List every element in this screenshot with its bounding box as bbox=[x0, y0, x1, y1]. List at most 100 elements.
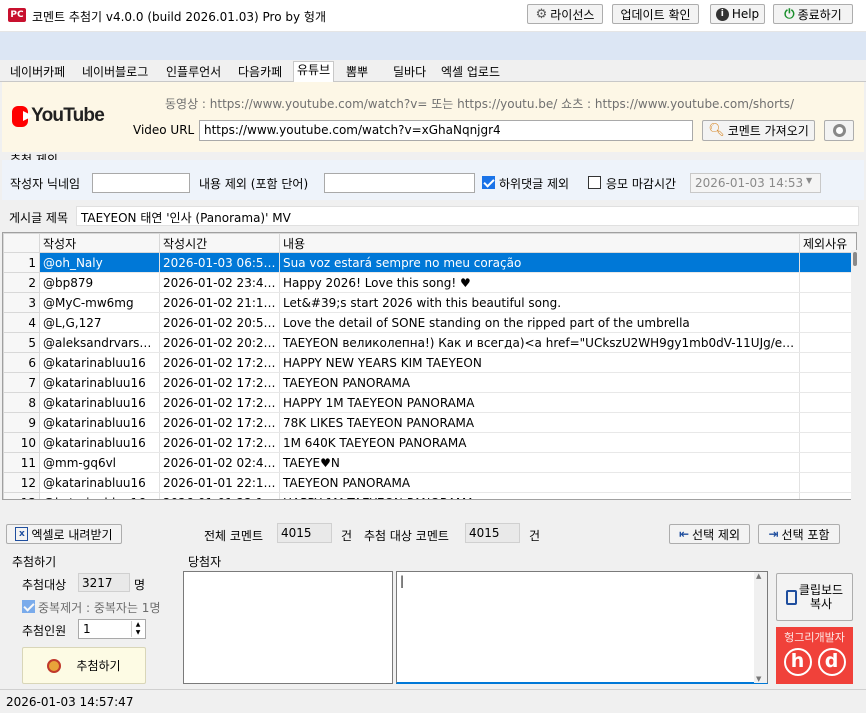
cell-content[interactable]: 1M 640K TAEYEON PANORAMA bbox=[279, 432, 800, 453]
cell-content[interactable]: TAEYEON PANORAMA bbox=[279, 472, 800, 493]
content-exclude-input[interactable] bbox=[324, 173, 475, 193]
cell-author[interactable]: @katarinabluu16 bbox=[39, 432, 160, 453]
video-url-input[interactable]: https://www.youtube.com/watch?v=xGhaNqnj… bbox=[199, 120, 693, 141]
cell-time[interactable]: 2026-01-02 17:20:36 bbox=[159, 432, 280, 453]
column-header-author[interactable]: 작성자 bbox=[39, 233, 160, 253]
include-selected-button[interactable]: ⇥ 선택 포함 bbox=[758, 524, 840, 544]
row-number[interactable]: 11 bbox=[3, 452, 40, 473]
cell-exclude-reason[interactable] bbox=[799, 372, 856, 393]
cell-author[interactable]: @mm-gq6vl bbox=[39, 452, 160, 473]
export-excel-button[interactable]: x 엑셀로 내려받기 bbox=[6, 524, 122, 544]
cell-exclude-reason[interactable] bbox=[799, 312, 856, 333]
column-header-time[interactable]: 작성시간 bbox=[159, 233, 280, 253]
table-row[interactable]: 13@katarinabluu162026-01-01 22:13:48HAPP… bbox=[3, 492, 856, 499]
author-exclude-input[interactable] bbox=[92, 173, 190, 193]
column-header-exclude-reason[interactable]: 제외사유 bbox=[799, 233, 856, 253]
cell-content[interactable]: HAPPY NEW YEARS KIM TAEYEON bbox=[279, 352, 800, 373]
copy-clipboard-button[interactable]: 클립보드 복사 bbox=[776, 573, 853, 621]
cell-time[interactable]: 2026-01-02 21:17:26 bbox=[159, 292, 280, 313]
scroll-up-icon[interactable]: ▲ bbox=[756, 572, 761, 580]
tab-youtube[interactable]: 유튜브 bbox=[293, 61, 335, 83]
cell-exclude-reason[interactable] bbox=[799, 412, 856, 433]
row-number[interactable]: 5 bbox=[3, 332, 40, 353]
cell-content[interactable]: 78K LIKES TAEYEON PANORAMA bbox=[279, 412, 800, 433]
cell-exclude-reason[interactable] bbox=[799, 252, 856, 273]
cell-exclude-reason[interactable] bbox=[799, 352, 856, 373]
dedupe-checkbox[interactable] bbox=[22, 600, 35, 616]
cell-author[interactable]: @katarinabluu16 bbox=[39, 372, 160, 393]
browser-button[interactable] bbox=[824, 120, 854, 141]
dedupe-check[interactable] bbox=[22, 600, 35, 613]
cell-exclude-reason[interactable] bbox=[799, 292, 856, 313]
cell-author[interactable]: @katarinabluu16 bbox=[39, 492, 160, 499]
table-row[interactable]: 5 @aleksandrvarsh... 2026-01-02 20:29:31 TA… bbox=[3, 332, 856, 353]
cell-content[interactable]: TAEYE♥N bbox=[279, 452, 800, 473]
table-row[interactable]: 11 @mm-gq6vl 2026-01-02 02:41:17 TAEYE♥N bbox=[3, 452, 856, 473]
cell-exclude-reason[interactable] bbox=[799, 432, 856, 453]
cell-time[interactable]: 2026-01-02 17:20:53 bbox=[159, 412, 280, 433]
cell-content[interactable]: HAPPY 1M TAEYEON PANORAMA bbox=[279, 392, 800, 413]
exclude-replies-check[interactable] bbox=[482, 176, 495, 189]
row-number[interactable]: 4 bbox=[3, 312, 40, 333]
winners-list[interactable] bbox=[183, 571, 393, 684]
cell-exclude-reason[interactable] bbox=[799, 332, 856, 353]
cell-author[interactable]: @L,G,127 bbox=[39, 312, 160, 333]
cell-time[interactable]: 2026-01-02 20:56:21 bbox=[159, 312, 280, 333]
exclude-replies-checkbox[interactable] bbox=[482, 176, 495, 192]
cell-exclude-reason[interactable] bbox=[799, 492, 856, 499]
tab-naver-cafe[interactable]: 네이버카페 bbox=[6, 63, 69, 82]
calendar-dropdown-icon[interactable]: ▼ bbox=[806, 176, 818, 190]
developer-brand-badge[interactable]: 헝그리개발자 h d bbox=[776, 627, 853, 684]
stepper-down-icon[interactable]: ▼ bbox=[131, 629, 144, 637]
draw-count-stepper[interactable]: 1 ▲ ▼ bbox=[78, 619, 146, 639]
winners-textarea[interactable]: | bbox=[396, 571, 768, 684]
cell-author[interactable]: @bp879 bbox=[39, 272, 160, 293]
table-row[interactable]: 6 @katarinabluu16 2026-01-02 17:21:58 HAPPY… bbox=[3, 352, 856, 373]
comments-grid[interactable]: 작성자 작성시간 내용 제외사유 1 @oh_Naly 2026-01-03 06:… bbox=[2, 232, 857, 500]
row-number[interactable]: 13 bbox=[3, 492, 40, 499]
grid-corner-cell[interactable] bbox=[3, 233, 40, 253]
deadline-check[interactable] bbox=[588, 176, 601, 189]
cell-time[interactable]: 2026-01-03 06:52:39 bbox=[159, 252, 280, 273]
update-button[interactable]: 업데이트 확인 bbox=[612, 4, 699, 24]
row-number[interactable]: 9 bbox=[3, 412, 40, 433]
cell-time[interactable]: 2026-01-02 23:45:21 bbox=[159, 272, 280, 293]
cell-time[interactable]: 2026-01-02 17:21:38 bbox=[159, 372, 280, 393]
cell-author[interactable]: @katarinabluu16 bbox=[39, 472, 160, 493]
row-number[interactable]: 3 bbox=[3, 292, 40, 313]
exclude-selected-button[interactable]: ⇤ 선택 제외 bbox=[669, 524, 750, 544]
row-number[interactable]: 8 bbox=[3, 392, 40, 413]
cell-author[interactable]: @MyC-mw6mg bbox=[39, 292, 160, 313]
cell-content[interactable]: TAEYEON PANORAMA bbox=[279, 372, 800, 393]
cell-time[interactable]: 2026-01-02 17:21:58 bbox=[159, 352, 280, 373]
row-number[interactable]: 6 bbox=[3, 352, 40, 373]
table-row[interactable]: 9 @katarinabluu16 2026-01-02 17:20:53 78K L… bbox=[3, 412, 856, 433]
cell-author[interactable]: @katarinabluu16 bbox=[39, 412, 160, 433]
cell-time[interactable]: 2026-01-01 22:14:04 bbox=[159, 472, 280, 493]
table-row[interactable]: 10 @katarinabluu16 2026-01-02 17:20:36 1M 6… bbox=[3, 432, 856, 453]
winners-textarea-scrollbar[interactable]: ▲ ▼ bbox=[754, 572, 767, 683]
table-row[interactable]: 1 @oh_Naly 2026-01-03 06:52:39 Sua voz esta… bbox=[3, 252, 856, 273]
fetch-comments-button[interactable]: 🔍︎ 코멘트 가져오기 bbox=[702, 120, 815, 141]
cell-content[interactable]: HAPPY 1M TAEYEON PANORAMA bbox=[279, 492, 800, 499]
tab-influencer[interactable]: 인플루언서 bbox=[162, 63, 225, 82]
row-number[interactable]: 1 bbox=[3, 252, 40, 273]
draw-button[interactable]: 추첨하기 bbox=[22, 647, 146, 684]
row-number[interactable]: 2 bbox=[3, 272, 40, 293]
deadline-datetime-picker[interactable]: 2026-01-03 14:53 ▼ bbox=[690, 173, 821, 193]
cell-content[interactable]: TAEYEON великолепна!) Как и всегда)<a hr… bbox=[279, 332, 800, 353]
table-row[interactable]: 7 @katarinabluu16 2026-01-02 17:21:38 TAEYE… bbox=[3, 372, 856, 393]
cell-time[interactable]: 2026-01-01 22:13:48 bbox=[159, 492, 280, 499]
cell-exclude-reason[interactable] bbox=[799, 392, 856, 413]
exit-button[interactable]: ⏻ 종료하기 bbox=[773, 4, 853, 24]
tab-naver-blog[interactable]: 네이버블로그 bbox=[78, 63, 152, 82]
cell-exclude-reason[interactable] bbox=[799, 272, 856, 293]
tab-daum-cafe[interactable]: 다음카페 bbox=[234, 63, 286, 82]
row-number[interactable]: 7 bbox=[3, 372, 40, 393]
tab-ppomppu[interactable]: 뽐뿌 bbox=[342, 63, 372, 82]
row-number[interactable]: 10 bbox=[3, 432, 40, 453]
table-row[interactable]: 8 @katarinabluu16 2026-01-02 17:21:07 HAPPY… bbox=[3, 392, 856, 413]
cell-author[interactable]: @aleksandrvarsh... bbox=[39, 332, 160, 353]
stepper-up-icon[interactable]: ▲ bbox=[131, 621, 144, 629]
cell-author[interactable]: @oh_Naly bbox=[39, 252, 160, 273]
